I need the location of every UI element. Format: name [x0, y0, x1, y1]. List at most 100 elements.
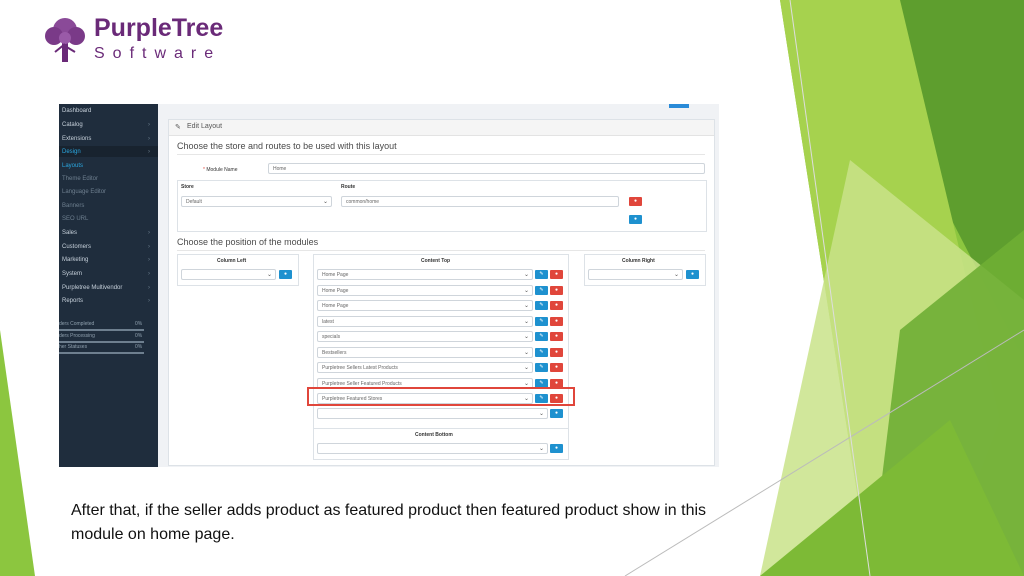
chevron-down-icon: ⌄: [538, 411, 544, 417]
add-content-bottom-button[interactable]: ●: [550, 444, 563, 453]
edit-layout-panel: ✎ Edit Layout Choose the store and route…: [168, 119, 715, 466]
pencil-icon: ✎: [539, 364, 544, 370]
add-column-left-button[interactable]: ●: [279, 270, 292, 279]
content-top-add-select[interactable]: ⌄: [317, 408, 548, 419]
remove-module-button[interactable]: ●: [550, 301, 563, 310]
pencil-icon: ✎: [539, 333, 544, 339]
column-right-header: Column Right: [622, 258, 655, 264]
add-route-button[interactable]: ●: [629, 215, 642, 224]
content-top-module-select[interactable]: Home Page ⌄: [317, 300, 533, 311]
column-left-select[interactable]: ⌄: [181, 269, 276, 280]
highlight-box: [307, 387, 575, 406]
stat-orders-processing-value: 0%: [135, 333, 143, 339]
edit-module-button[interactable]: ✎: [535, 301, 548, 310]
save-button[interactable]: [669, 104, 689, 108]
remove-module-button[interactable]: ●: [550, 286, 563, 295]
stat-orders-completed: ders Completed: [59, 321, 95, 327]
sidebar-item-theme-editor[interactable]: Theme Editor: [62, 176, 98, 182]
sidebar-item-design[interactable]: Design: [62, 149, 81, 155]
panel-heading: ✎ Edit Layout: [169, 120, 714, 136]
remove-module-button[interactable]: ●: [550, 348, 563, 357]
sidebar-item-language-editor[interactable]: Language Editor: [62, 189, 106, 195]
sidebar-item-banners[interactable]: Banners: [62, 203, 84, 209]
route-input[interactable]: common/home: [341, 196, 619, 207]
sidebar-item-sales[interactable]: Sales: [62, 230, 77, 236]
plus-circle-icon: ●: [554, 410, 559, 416]
slide-caption: After that, if the seller adds product a…: [71, 502, 707, 543]
plus-circle-icon: ●: [283, 271, 288, 277]
edit-module-button[interactable]: ✎: [535, 270, 548, 279]
minus-circle-icon: ●: [554, 318, 559, 324]
chevron-right-icon: ›: [148, 285, 150, 291]
sidebar-item-catalog[interactable]: Catalog: [62, 122, 83, 128]
admin-sidebar: Dashboard Catalog › Extensions › Design …: [59, 104, 158, 467]
chevron-down-icon: ⌄: [266, 272, 272, 278]
chevron-right-icon: ›: [148, 122, 150, 128]
edit-module-button[interactable]: ✎: [535, 332, 548, 341]
pencil-icon: ✎: [539, 271, 544, 277]
chevron-down-icon: ⌄: [523, 319, 529, 325]
add-module-button[interactable]: ●: [550, 409, 563, 418]
remove-route-button[interactable]: ●: [629, 197, 642, 206]
content-top-module-select[interactable]: Purpletree Sellers Latest Products ⌄: [317, 362, 533, 373]
column-right-select[interactable]: ⌄: [588, 269, 683, 280]
chevron-down-icon: ⌄: [523, 334, 529, 340]
positions-heading: Choose the position of the modules: [177, 237, 319, 247]
content-top-module-select[interactable]: Bestsellers ⌄: [317, 347, 533, 358]
content-top-module-select[interactable]: Home Page ⌄: [317, 285, 533, 296]
minus-circle-icon: ●: [633, 198, 638, 204]
stat-orders-processing: ders Processing: [59, 333, 95, 339]
plus-circle-icon: ●: [633, 216, 638, 222]
minus-circle-icon: ●: [554, 364, 559, 370]
sidebar-item-reports[interactable]: Reports: [62, 298, 83, 304]
content-top-module-select[interactable]: Home Page ⌄: [317, 269, 533, 280]
content-top-module-select[interactable]: latest ⌄: [317, 316, 533, 327]
panel-title: Edit Layout: [187, 123, 223, 130]
edit-module-button[interactable]: ✎: [535, 317, 548, 326]
sidebar-item-marketing[interactable]: Marketing: [62, 257, 88, 263]
sidebar-item-seo-url[interactable]: SEO URL: [62, 216, 88, 222]
stat-other-statuses-value: 0%: [135, 344, 143, 350]
purpletree-logo: PurpleTree Software: [42, 14, 223, 64]
edit-module-button[interactable]: ✎: [535, 363, 548, 372]
minus-circle-icon: ●: [554, 333, 559, 339]
content-top-box: [313, 254, 569, 434]
route-column-header: Route: [341, 184, 356, 190]
sidebar-item-dashboard[interactable]: Dashboard: [62, 108, 91, 114]
plus-circle-icon: ●: [690, 271, 695, 277]
routes-heading: Choose the store and routes to be used w…: [177, 141, 397, 151]
chevron-right-icon: ›: [148, 257, 150, 263]
chevron-down-icon: ⌄: [523, 350, 529, 356]
progress-bar: [59, 341, 144, 343]
minus-circle-icon: ●: [554, 271, 559, 277]
chevron-down-icon: ⌄: [673, 272, 679, 278]
sidebar-item-layouts[interactable]: Layouts: [62, 163, 83, 169]
store-column-header: Store: [181, 184, 194, 190]
content-top-header: Content Top: [421, 258, 451, 264]
module-name-input[interactable]: Home: [268, 163, 705, 174]
content-top-module-select[interactable]: specials ⌄: [317, 331, 533, 342]
content-bottom-select[interactable]: ⌄: [317, 443, 548, 454]
logo-name: PurpleTree: [94, 14, 224, 42]
sidebar-item-customers[interactable]: Customers: [62, 244, 91, 250]
sidebar-item-purpletree-multivendor[interactable]: Purpletree Multivendor: [62, 285, 122, 291]
remove-module-button[interactable]: ●: [550, 363, 563, 372]
chevron-down-icon: ⌄: [523, 365, 529, 371]
pencil-icon: ✎: [539, 349, 544, 355]
minus-circle-icon: ●: [554, 380, 559, 386]
edit-module-button[interactable]: ✎: [535, 348, 548, 357]
store-select[interactable]: Default ⌄: [181, 196, 332, 207]
remove-module-button[interactable]: ●: [550, 270, 563, 279]
sidebar-item-extensions[interactable]: Extensions: [62, 136, 91, 142]
divider: [177, 154, 705, 155]
chevron-down-icon: ⌄: [523, 381, 529, 387]
remove-module-button[interactable]: ●: [550, 332, 563, 341]
pencil-icon: ✎: [539, 380, 544, 386]
edit-module-button[interactable]: ✎: [535, 286, 548, 295]
content-bottom-header: Content Bottom: [415, 432, 453, 438]
admin-screenshot: Dashboard Catalog › Extensions › Design …: [59, 104, 719, 467]
plus-circle-icon: ●: [554, 445, 559, 451]
add-column-right-button[interactable]: ●: [686, 270, 699, 279]
sidebar-item-system[interactable]: System: [62, 271, 82, 277]
remove-module-button[interactable]: ●: [550, 317, 563, 326]
